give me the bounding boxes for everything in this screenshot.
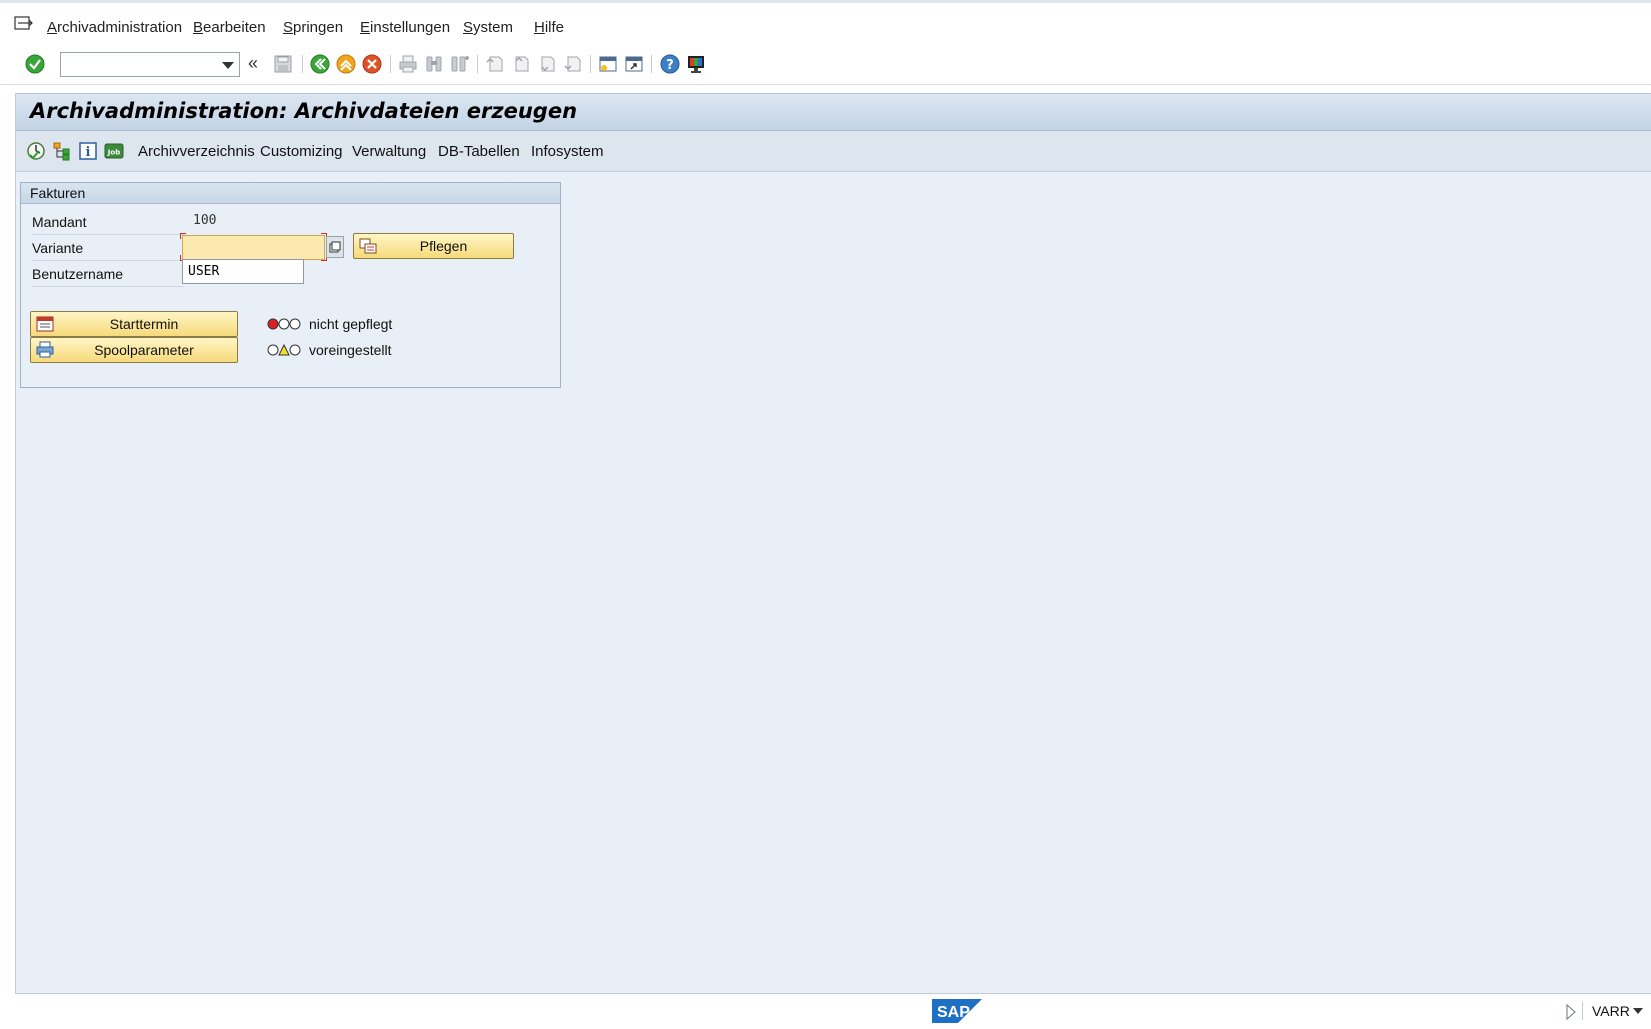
print-icon[interactable] <box>397 53 419 75</box>
cancel-icon[interactable] <box>361 53 383 75</box>
next-page-icon[interactable] <box>536 53 558 75</box>
maintain-variant-icon <box>359 238 377 254</box>
execute-icon[interactable] <box>25 140 47 162</box>
benutzername-input[interactable] <box>182 259 304 284</box>
pflegen-label: Pflegen <box>419 238 468 254</box>
calendar-icon <box>36 316 54 332</box>
variante-label: Variante <box>32 235 184 261</box>
find-icon[interactable] <box>423 53 445 75</box>
application-toolbar: i Job Archivverzeichnis Customizing Verw… <box>16 131 1651 172</box>
starttermin-status: nicht gepflegt <box>267 313 392 335</box>
menu-exit-icon[interactable] <box>14 15 34 31</box>
status-bar: SAP VARR <box>0 994 1651 1029</box>
menu-hilfe[interactable]: Hilfe <box>534 19 564 36</box>
status-expand-icon[interactable] <box>1565 1004 1577 1020</box>
menu-archivadministration[interactable]: Archivadministration <box>47 19 182 36</box>
menu-springen[interactable]: Springen <box>283 19 343 36</box>
status-separator <box>1582 1002 1583 1020</box>
chevron-down-icon[interactable] <box>222 62 234 69</box>
group-header: Fakturen <box>21 183 560 204</box>
starttermin-button[interactable]: Starttermin <box>30 311 238 337</box>
svg-text:?: ? <box>666 58 674 73</box>
sap-logo: SAP <box>932 999 982 1023</box>
spool-status-text: voreingestellt <box>309 342 392 358</box>
mandant-value: 100 <box>193 213 217 228</box>
menu-bar: Archivadministration Bearbeiten Springen… <box>0 3 1651 45</box>
previous-page-icon[interactable] <box>510 53 532 75</box>
spoolparameter-label: Spoolparameter <box>94 342 194 358</box>
variante-input[interactable] <box>182 235 325 260</box>
command-field[interactable] <box>60 52 240 77</box>
first-page-icon[interactable] <box>484 53 506 75</box>
main-area: Archivadministration: Archivdateien erze… <box>15 93 1651 994</box>
svg-text:Job: Job <box>107 149 120 157</box>
svg-text:SAP: SAP <box>937 1004 970 1021</box>
group-title: Fakturen <box>30 185 86 201</box>
menu-system[interactable]: System <box>463 19 513 36</box>
last-page-icon[interactable] <box>562 53 584 75</box>
new-session-icon[interactable] <box>597 53 619 75</box>
chevron-down-icon[interactable] <box>1633 1008 1643 1014</box>
customize-layout-icon[interactable] <box>685 53 707 75</box>
printer-icon <box>36 341 54 358</box>
toolbar-separator <box>477 55 478 73</box>
help-icon[interactable]: ? <box>659 53 681 75</box>
starttermin-status-text: nicht gepflegt <box>309 316 393 332</box>
enter-check-icon[interactable] <box>24 53 46 75</box>
transaction-code[interactable]: VARR <box>1592 1003 1630 1019</box>
shortcut-icon[interactable] <box>623 53 645 75</box>
link-verwaltung[interactable]: Verwaltung <box>352 143 426 160</box>
link-archivverzeichnis[interactable]: Archivverzeichnis <box>138 143 255 160</box>
traffic-light-yellow-icon <box>267 343 301 356</box>
find-next-icon[interactable] <box>449 53 471 75</box>
spool-status: voreingestellt <box>267 339 392 361</box>
traffic-light-red-icon <box>267 318 301 330</box>
exit-icon[interactable] <box>335 53 357 75</box>
fakturen-group: Fakturen Mandant 100 Variante Pflegen Be… <box>20 182 561 388</box>
value-help-icon[interactable] <box>326 236 344 258</box>
command-input[interactable] <box>61 53 211 75</box>
menu-einstellungen[interactable]: Einstellungen <box>360 19 450 36</box>
hierarchy-icon[interactable] <box>51 140 73 162</box>
save-icon[interactable] <box>272 53 294 75</box>
required-marker-icon <box>180 233 186 239</box>
page-title: Archivadministration: Archivdateien erze… <box>30 99 578 123</box>
benutzername-label: Benutzername <box>32 261 184 287</box>
job-icon[interactable]: Job <box>103 140 125 162</box>
info-icon[interactable]: i <box>77 140 99 162</box>
starttermin-label: Starttermin <box>109 316 179 332</box>
toolbar-separator <box>651 55 652 73</box>
spoolparameter-button[interactable]: Spoolparameter <box>30 337 238 363</box>
back-icon[interactable] <box>309 53 331 75</box>
system-toolbar: « ? <box>0 45 1651 85</box>
collapse-command-icon[interactable]: « <box>248 53 258 74</box>
toolbar-separator <box>302 55 303 73</box>
mandant-label: Mandant <box>32 209 184 235</box>
toolbar-separator <box>390 55 391 73</box>
menu-bearbeiten[interactable]: Bearbeiten <box>193 19 266 36</box>
title-bar: Archivadministration: Archivdateien erze… <box>16 93 1651 131</box>
pflegen-button[interactable]: Pflegen <box>353 233 514 259</box>
svg-text:i: i <box>86 145 91 160</box>
link-customizing[interactable]: Customizing <box>260 143 343 160</box>
toolbar-separator <box>590 55 591 73</box>
link-db-tabellen[interactable]: DB-Tabellen <box>438 143 520 160</box>
link-infosystem[interactable]: Infosystem <box>531 143 604 160</box>
